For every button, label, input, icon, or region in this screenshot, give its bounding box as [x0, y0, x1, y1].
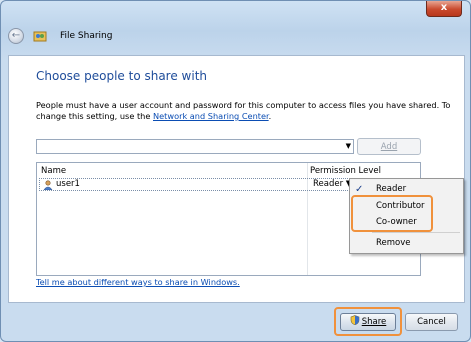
menu-highlight-box: [351, 195, 433, 232]
add-button[interactable]: Add: [357, 138, 421, 155]
help-link[interactable]: Tell me about different ways to share in…: [36, 277, 240, 287]
menu-separator: [372, 232, 460, 233]
column-header-permission[interactable]: Permission Level: [310, 166, 381, 176]
window-title: File Sharing: [60, 31, 113, 41]
description-text: People must have a user account and pass…: [36, 100, 451, 121]
page-heading: Choose people to share with: [36, 69, 208, 83]
shield-icon: [350, 315, 360, 325]
user-icon: [43, 180, 53, 190]
file-sharing-dialog: x ← File Sharing Choose people to share …: [0, 0, 471, 342]
close-button[interactable]: x: [426, 1, 462, 17]
user-combo-box[interactable]: ▼: [36, 139, 354, 154]
network-sharing-center-link[interactable]: Network and Sharing Center: [153, 111, 269, 121]
user-name-cell: user1: [56, 179, 80, 189]
cancel-button[interactable]: Cancel: [405, 313, 458, 331]
back-arrow-icon: ←: [11, 30, 21, 41]
share-button[interactable]: Share: [340, 313, 396, 331]
menu-item-remove[interactable]: Remove: [376, 238, 411, 248]
checkmark-icon: ✓: [355, 184, 364, 195]
file-sharing-icon: [33, 31, 47, 42]
chevron-down-icon[interactable]: ▼: [346, 142, 351, 150]
back-button[interactable]: ←: [8, 28, 24, 44]
permission-dropdown[interactable]: Reader ▼: [313, 179, 352, 190]
column-header-name[interactable]: Name: [41, 166, 66, 176]
menu-item-reader[interactable]: Reader: [376, 184, 406, 194]
